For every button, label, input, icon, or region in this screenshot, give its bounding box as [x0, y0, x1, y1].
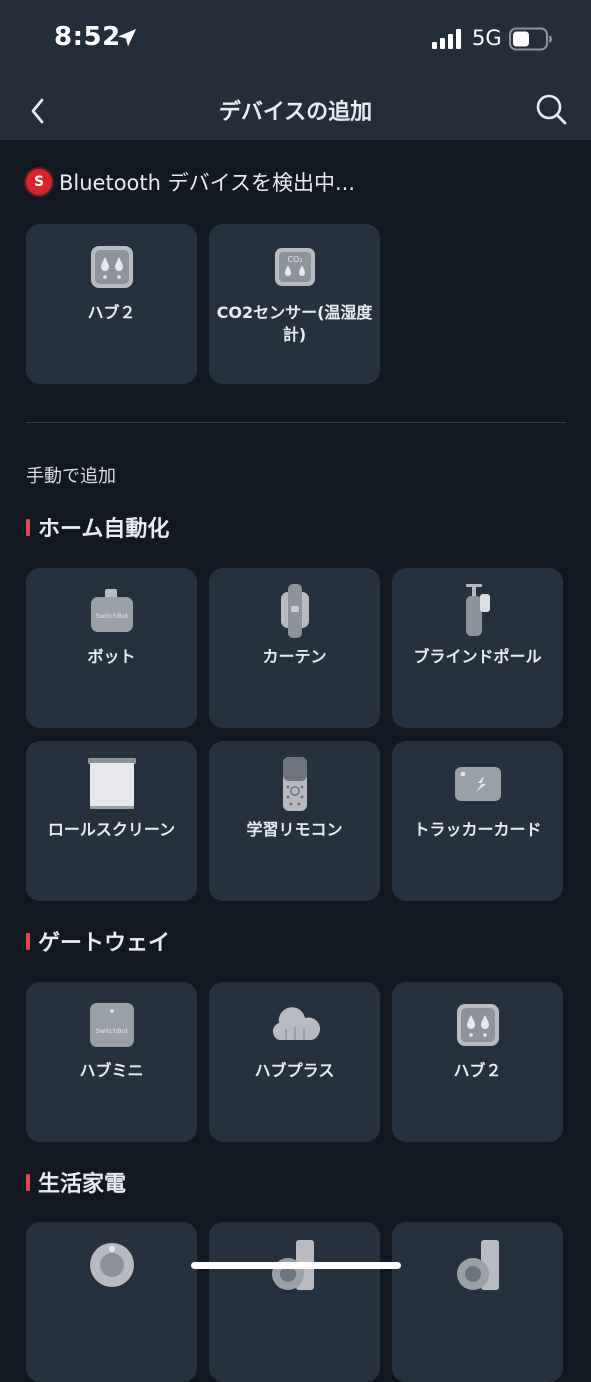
bot-icon: SwitchBot — [90, 589, 133, 632]
bluetooth-scan-status: S Bluetooth デバイスを検出中... — [26, 168, 355, 196]
section-header-home-automation: ホーム自動化 — [26, 513, 170, 542]
device-card-hub-mini[interactable]: SwitchBot ハブミニ — [26, 982, 197, 1142]
device-label: ブラインドポール — [413, 647, 542, 666]
hub2-icon — [90, 246, 133, 288]
device-label: ハブミニ — [79, 1061, 144, 1080]
switchbot-logo-icon: S — [26, 169, 52, 195]
device-card-remote[interactable]: 学習リモコン — [209, 741, 380, 901]
cellular-signal-icon — [432, 29, 461, 49]
tracker-card-icon — [454, 767, 501, 801]
hub-mini-icon-text: SwitchBot — [95, 1027, 128, 1035]
device-label: 学習リモコン — [246, 820, 343, 839]
section-accent-bar — [26, 518, 30, 536]
device-label: ハブプラス — [254, 1061, 335, 1080]
co2-icon-text: CO₂ — [287, 255, 302, 264]
blind-tilt-icon — [465, 584, 490, 636]
detected-device-co2-sensor[interactable]: CO₂ CO2センサー(温湿度計) — [209, 224, 380, 384]
section-title: 生活家電 — [38, 1172, 127, 1197]
section-title: ホーム自動化 — [38, 517, 170, 542]
device-card-blind-tilt[interactable]: ブラインドポール — [392, 568, 563, 728]
device-card-hub-plus[interactable]: ハブプラス — [209, 982, 380, 1142]
section-header-appliances: 生活家電 — [26, 1168, 127, 1197]
device-card-bot[interactable]: SwitchBot ボット — [26, 568, 197, 728]
device-card-robot-vacuum-dock[interactable] — [209, 1222, 380, 1382]
location-arrow-icon — [118, 29, 136, 47]
device-label: ハブ２ — [453, 1061, 502, 1080]
scan-status-text: Bluetooth デバイスを検出中... — [59, 171, 356, 195]
bot-icon-text: SwitchBot — [95, 612, 128, 620]
detected-device-hub2[interactable]: ハブ２ — [26, 224, 197, 384]
co2-sensor-icon: CO₂ — [274, 248, 315, 286]
manual-add-label: 手動で追加 — [26, 466, 116, 487]
battery-icon — [509, 27, 552, 51]
page-title: デバイスの追加 — [218, 100, 373, 125]
section-header-gateway: ゲートウェイ — [26, 927, 171, 956]
device-card-robot-vacuum-station[interactable] — [392, 1222, 563, 1382]
device-label: CO2センサー(温湿度計) — [216, 303, 373, 344]
hub2-icon — [456, 1004, 499, 1046]
network-type: 5G — [472, 26, 502, 50]
device-card-tracker-card[interactable]: トラッカーカード — [392, 741, 563, 901]
home-indicator[interactable] — [191, 1262, 401, 1269]
device-label: カーテン — [262, 647, 327, 666]
section-title: ゲートウェイ — [38, 931, 171, 956]
hub-plus-icon — [272, 1007, 320, 1040]
status-bar: 8:52 5G — [0, 0, 591, 80]
section-divider — [26, 422, 566, 423]
device-card-curtain[interactable]: カーテン — [209, 568, 380, 728]
curtain-icon — [280, 584, 309, 638]
status-time: 8:52 — [54, 22, 121, 52]
device-label: ボット — [87, 647, 136, 666]
device-label: ハブ２ — [87, 303, 136, 322]
device-label: ロールスクリーン — [47, 820, 176, 839]
hub-mini-icon: SwitchBot — [89, 1003, 134, 1047]
section-accent-bar — [26, 1173, 30, 1191]
device-card-roller-shade[interactable]: ロールスクリーン — [26, 741, 197, 901]
nav-bar: デバイスの追加 — [0, 80, 591, 140]
robot-vacuum-station-icon — [456, 1240, 499, 1290]
section-accent-bar — [26, 932, 30, 950]
roller-shade-icon — [87, 758, 136, 809]
device-label: トラッカーカード — [413, 820, 542, 839]
device-card-robot-vacuum[interactable] — [26, 1222, 197, 1382]
search-icon[interactable] — [532, 90, 572, 130]
remote-icon — [282, 757, 307, 811]
device-card-hub2[interactable]: ハブ２ — [392, 982, 563, 1142]
robot-vacuum-icon — [89, 1243, 134, 1287]
